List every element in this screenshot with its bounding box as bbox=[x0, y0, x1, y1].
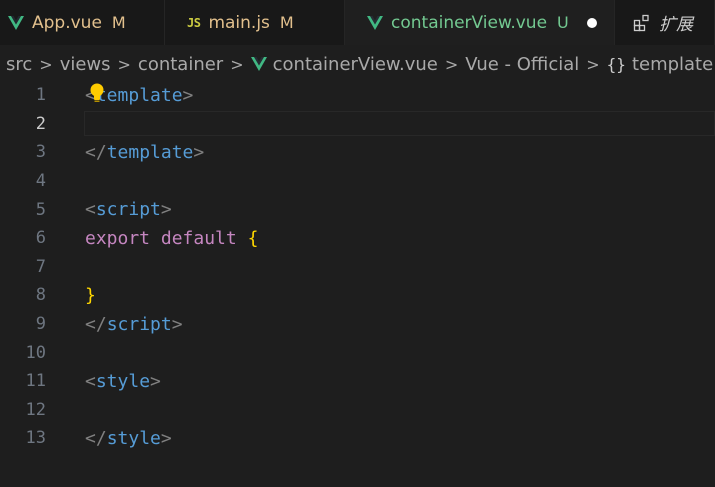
tab-containerview-vue[interactable]: containerView.vue U bbox=[345, 0, 615, 45]
code-line[interactable]: 13 </style> bbox=[0, 424, 715, 453]
code-token: { bbox=[247, 227, 259, 249]
code-token: > bbox=[160, 427, 172, 449]
tab-main-js[interactable]: JS main.js M bbox=[165, 0, 345, 45]
code-line[interactable]: 3 </template> bbox=[0, 138, 715, 167]
line-number: 9 bbox=[35, 314, 46, 335]
git-status-badge: M bbox=[111, 13, 126, 32]
code-line[interactable]: 7 bbox=[0, 253, 715, 282]
unsaved-dot-icon[interactable] bbox=[586, 17, 597, 28]
code-text: <style> bbox=[85, 371, 161, 392]
breadcrumb-item-src[interactable]: src bbox=[6, 54, 32, 75]
code-token: > bbox=[160, 199, 172, 221]
code-line[interactable]: 10 bbox=[0, 338, 715, 367]
code-text: </style> bbox=[85, 428, 172, 449]
code-token: } bbox=[85, 284, 96, 306]
code-token: style bbox=[106, 427, 161, 449]
line-number: 6 bbox=[35, 228, 46, 249]
line-number: 12 bbox=[25, 399, 46, 420]
symbol-braces-icon: {} bbox=[606, 54, 626, 74]
vscode-window: App.vue M JS main.js M containerView.vue… bbox=[0, 0, 715, 487]
code-text: </script> bbox=[85, 314, 183, 335]
chevron-right-icon: > bbox=[117, 54, 131, 74]
line-number: 8 bbox=[35, 285, 46, 306]
line-number: 3 bbox=[35, 142, 46, 163]
js-icon: JS bbox=[187, 15, 201, 30]
git-status-badge: M bbox=[279, 13, 294, 32]
tab-label: containerView.vue bbox=[391, 12, 548, 33]
code-token: template bbox=[95, 84, 183, 106]
line-number: 2 bbox=[35, 113, 46, 134]
breadcrumb-item-language[interactable]: Vue - Official bbox=[465, 54, 579, 75]
line-number: 1 bbox=[35, 85, 46, 106]
tab-extensions[interactable]: 扩展 bbox=[615, 0, 715, 45]
current-line-highlight bbox=[84, 110, 715, 136]
vue-icon bbox=[250, 57, 267, 71]
code-line[interactable]: 9 </script> bbox=[0, 310, 715, 339]
code-token: style bbox=[95, 370, 151, 392]
chevron-right-icon: > bbox=[230, 54, 244, 74]
breadcrumb-item-container[interactable]: container bbox=[138, 54, 223, 75]
code-token: script bbox=[95, 199, 161, 221]
code-token: > bbox=[182, 84, 194, 106]
code-line[interactable]: 6 export default { bbox=[0, 224, 715, 253]
code-token: > bbox=[150, 370, 161, 392]
code-line[interactable]: 11 <style> bbox=[0, 367, 715, 396]
chevron-right-icon: > bbox=[39, 54, 53, 74]
breadcrumb-item-file[interactable]: containerView.vue bbox=[250, 53, 438, 75]
code-token: </ bbox=[85, 427, 107, 449]
git-status-badge: U bbox=[557, 13, 569, 32]
line-number: 10 bbox=[25, 342, 46, 363]
breadcrumb-item-views[interactable]: views bbox=[60, 54, 111, 75]
code-token: </ bbox=[85, 141, 107, 163]
breadcrumb-item-template[interactable]: {} template bbox=[607, 54, 714, 75]
chevron-right-icon: > bbox=[444, 54, 459, 74]
line-number: 5 bbox=[35, 199, 46, 220]
breadcrumb-symbol-label: template bbox=[631, 53, 714, 75]
tab-label: App.vue bbox=[32, 12, 102, 33]
code-text: <script> bbox=[85, 199, 172, 220]
breadcrumb-file-label: containerView.vue bbox=[272, 53, 438, 75]
code-line[interactable]: 5 <script> bbox=[0, 195, 715, 224]
code-text: } bbox=[85, 285, 96, 306]
extensions-icon bbox=[633, 14, 651, 32]
line-number: 13 bbox=[25, 428, 46, 449]
tab-label: 扩展 bbox=[659, 15, 693, 35]
lightbulb-icon[interactable] bbox=[89, 83, 105, 107]
code-line[interactable]: 1 <template> bbox=[0, 81, 715, 110]
code-token: template bbox=[106, 141, 194, 163]
code-editor[interactable]: 1 <template> 2 3 </template> 4 5 <script> 6 expor… bbox=[0, 80, 715, 487]
code-token: </ bbox=[85, 313, 107, 335]
code-token: < bbox=[85, 370, 96, 392]
chevron-right-icon: > bbox=[586, 54, 600, 74]
code-token: > bbox=[193, 141, 205, 163]
code-token: > bbox=[171, 313, 183, 335]
tab-app-vue[interactable]: App.vue M bbox=[0, 0, 165, 45]
code-token: export bbox=[85, 227, 151, 249]
line-number: 7 bbox=[35, 256, 46, 277]
line-number: 11 bbox=[25, 371, 46, 392]
line-number: 4 bbox=[35, 171, 46, 192]
code-line[interactable]: 4 bbox=[0, 167, 715, 196]
code-line[interactable]: 8} bbox=[0, 281, 715, 310]
vue-icon bbox=[367, 15, 383, 30]
editor-tabbar: App.vue M JS main.js M containerView.vue… bbox=[0, 0, 715, 45]
tab-label: main.js bbox=[208, 12, 270, 33]
breadcrumb: src > views > container > containerView.… bbox=[0, 48, 715, 80]
vue-icon bbox=[8, 15, 24, 30]
code-line[interactable]: 12 bbox=[0, 396, 715, 425]
code-text: export default { bbox=[85, 228, 258, 249]
code-token: default bbox=[160, 227, 237, 249]
code-token: < bbox=[85, 199, 96, 221]
code-token: script bbox=[106, 313, 172, 335]
code-text: </template> bbox=[85, 142, 204, 163]
code-line[interactable]: 2 bbox=[0, 110, 715, 139]
